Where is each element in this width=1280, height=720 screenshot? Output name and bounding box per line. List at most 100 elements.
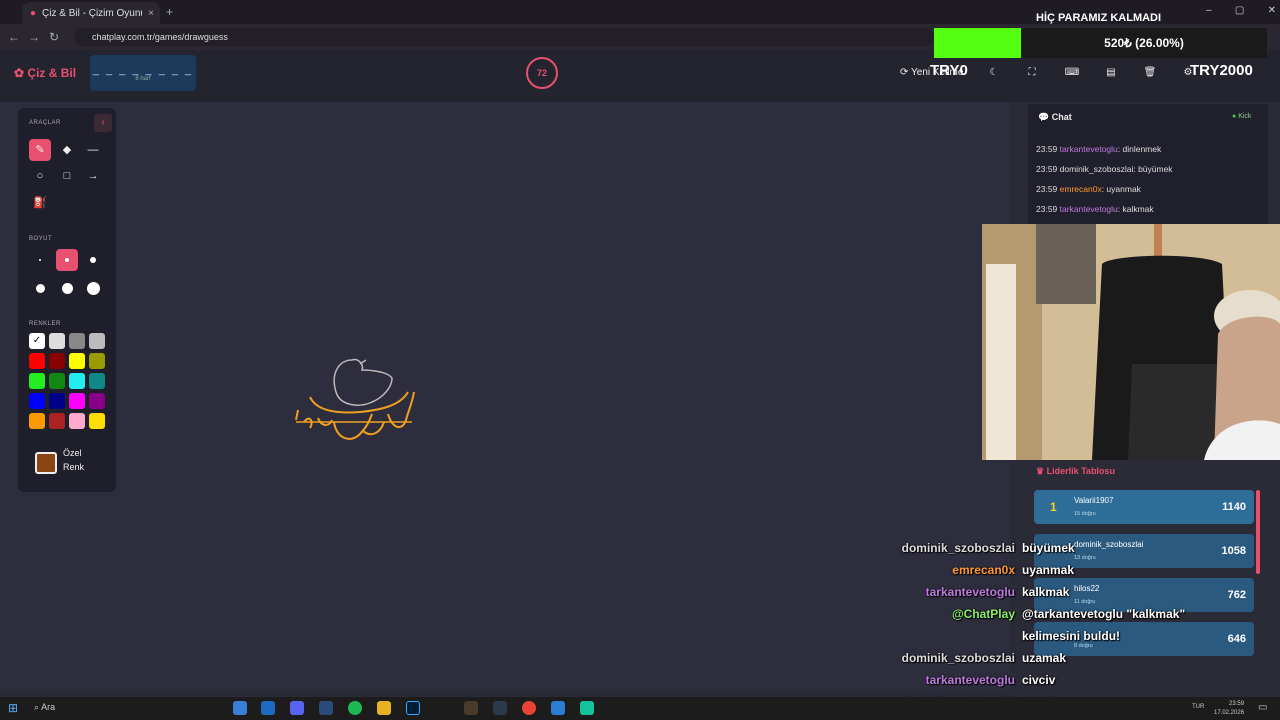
size-option-xs[interactable] [29, 249, 51, 271]
color-swatch[interactable] [69, 413, 85, 429]
taskbar-app-icon[interactable] [233, 701, 247, 715]
leaderboard-scrollbar[interactable] [1256, 490, 1260, 574]
color-swatch[interactable] [69, 373, 85, 389]
dark-mode-icon[interactable]: ☾ [986, 64, 1002, 82]
circle-tool-icon[interactable]: ○ [29, 165, 51, 187]
forward-icon[interactable]: → [26, 29, 42, 45]
palette-icon: ✿ [14, 66, 25, 80]
chat-message-time: 23:59 [1036, 144, 1060, 154]
keyboard-language[interactable]: TUR [1192, 704, 1204, 710]
color-swatch[interactable] [69, 333, 85, 349]
arrow-tool-icon[interactable]: → [82, 165, 104, 187]
spotify-icon[interactable] [348, 701, 362, 715]
color-swatch[interactable] [69, 393, 85, 409]
overlay-chat-text: uzamak [1022, 651, 1067, 665]
size-option-xxl[interactable] [82, 277, 104, 299]
reload-icon[interactable]: ↻ [46, 29, 62, 45]
collapse-panel-icon[interactable]: ‹ [94, 114, 112, 132]
color-swatch[interactable] [49, 393, 65, 409]
rectangle-tool-icon[interactable]: □ [56, 165, 78, 187]
tools-section-label: ARAÇLAR [29, 120, 61, 126]
leaderboard-name: dominik_szoboszlai [1074, 540, 1144, 549]
chat-message-time: 23:59 [1036, 204, 1060, 214]
chat-message-user[interactable]: tarkantevetoglu [1060, 144, 1118, 154]
close-window-icon[interactable]: ✕ [1268, 5, 1276, 16]
file-explorer-icon[interactable] [377, 701, 391, 715]
color-swatch[interactable] [89, 353, 105, 369]
chat-message-user[interactable]: dominik_szoboszlai [1060, 164, 1134, 174]
windows-taskbar [0, 697, 1280, 720]
size-option-m[interactable] [82, 249, 104, 271]
logo-text: Çiz & Bil [27, 66, 77, 80]
size-option-xl[interactable] [56, 277, 78, 299]
url-field[interactable]: chatplay.com.tr/games/drawguess [74, 28, 934, 46]
windows-start-icon[interactable]: ⊞ [8, 701, 18, 715]
search-label: Ara [41, 702, 56, 712]
line-tool-icon[interactable]: — [82, 139, 104, 161]
taskbar-clock[interactable]: 23:59 17.02.2026 [1214, 700, 1244, 718]
drawing-canvas[interactable] [0, 102, 1010, 690]
trash-icon[interactable]: 🗑 [1142, 64, 1158, 82]
leaderboard-score: 1058 [1221, 545, 1246, 557]
minimize-icon[interactable]: – [1206, 5, 1212, 16]
discord-icon[interactable] [290, 701, 304, 715]
color-swatch[interactable] [89, 413, 105, 429]
chat-message-text: : kalkmak [1117, 204, 1154, 214]
window-controls[interactable]: – ▢ ✕ [1206, 5, 1276, 16]
color-swatch[interactable]: ✓ [29, 333, 45, 349]
overlay-chat-user: tarkantevetoglu [925, 673, 1015, 687]
color-swatch[interactable] [49, 413, 65, 429]
color-swatch[interactable] [49, 333, 65, 349]
size-option-s[interactable] [56, 249, 78, 271]
back-icon[interactable]: ← [6, 29, 22, 45]
color-swatch[interactable] [29, 393, 45, 409]
color-swatch[interactable] [29, 373, 45, 389]
eraser-tool-icon[interactable]: ◆ [56, 139, 78, 161]
pencil-tool-icon[interactable]: ✎ [29, 139, 51, 161]
taskbar-search[interactable]: ⌕ Ara [34, 702, 184, 716]
chat-message-time: 23:59 [1036, 184, 1060, 194]
size-option-l[interactable] [29, 277, 51, 299]
taskbar-app-icon[interactable] [464, 701, 478, 715]
fill-bucket-tool-icon[interactable]: ⛽ [29, 192, 51, 214]
overlay-chat-text: kalkmak [1022, 585, 1070, 599]
taskbar-app-icon[interactable] [493, 701, 507, 715]
leaderboard-name: hilos22 [1074, 584, 1100, 593]
maximize-icon[interactable]: ▢ [1235, 5, 1244, 16]
chat-message-user[interactable]: tarkantevetoglu [1060, 204, 1118, 214]
photoshop-icon[interactable] [406, 701, 420, 715]
overlay-chat-text: civciv [1022, 673, 1056, 687]
notification-icon[interactable]: ▭ [1258, 702, 1267, 713]
donation-progress-fill [934, 28, 1021, 58]
color-swatch[interactable] [49, 373, 65, 389]
chrome-icon[interactable] [522, 701, 536, 715]
leaderboard-correct-count: 15 doğru [1074, 511, 1096, 517]
custom-color-swatch[interactable] [35, 452, 57, 474]
taskbar-app-icon[interactable] [551, 701, 565, 715]
custom-label-line2: Renk [63, 462, 85, 472]
color-swatch[interactable] [29, 353, 45, 369]
taskbar-app-icon[interactable] [580, 701, 594, 715]
overlay-chat-user: dominik_szoboszlai [901, 541, 1015, 555]
archive-icon[interactable]: ▤ [1103, 64, 1119, 82]
color-swatch[interactable] [29, 413, 45, 429]
leaderboard-rank: 1 [1050, 500, 1057, 514]
tab-close-icon[interactable]: × [148, 8, 160, 19]
taskbar-app-icon[interactable] [261, 701, 275, 715]
chat-bubble-icon: 💬 [1038, 112, 1050, 122]
new-tab-button[interactable]: + [166, 5, 173, 19]
leaderboard-row: 1 Valarii1907 15 doğru 1140 [1034, 490, 1254, 524]
chat-message: 23:59 dominik_szoboszlai: büyümek [1036, 164, 1173, 174]
fullscreen-icon[interactable]: ⛶ [1024, 64, 1040, 82]
color-swatch[interactable] [49, 353, 65, 369]
browser-tab[interactable]: ● Çiz & Bil - Çizim Oyunu × [22, 2, 160, 24]
taskbar-app-icon[interactable] [319, 701, 333, 715]
color-swatch[interactable] [69, 353, 85, 369]
keyboard-icon[interactable]: ⌨ [1064, 64, 1080, 82]
leaderboard-correct-count: 11 doğru [1074, 599, 1096, 605]
round-timer: 72 [526, 57, 558, 89]
color-swatch[interactable] [89, 373, 105, 389]
chat-message-user[interactable]: emrecan0x [1060, 184, 1102, 194]
color-swatch[interactable] [89, 333, 105, 349]
color-swatch[interactable] [89, 393, 105, 409]
